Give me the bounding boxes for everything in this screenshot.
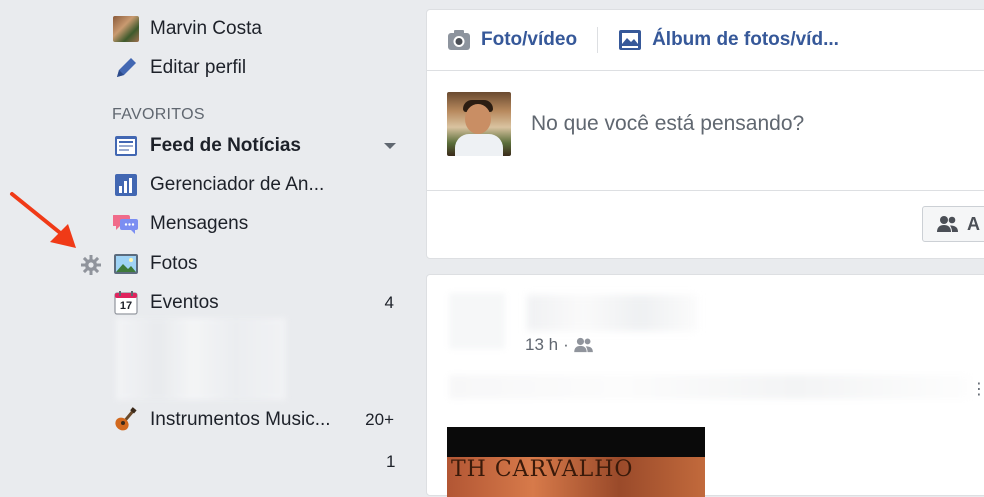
sidebar-item-messages[interactable]: Mensagens xyxy=(112,209,402,239)
edit-profile-label: Editar perfil xyxy=(150,57,247,78)
friends-audience-icon[interactable] xyxy=(573,337,594,353)
blurred-avatar xyxy=(449,293,505,349)
tab-label: Foto/vídeo xyxy=(481,29,578,50)
sidebar-item-label: Gerenciador de An... xyxy=(150,174,325,195)
photo-album-tab[interactable]: Álbum de fotos/víd... xyxy=(598,29,839,51)
post-composer: Foto/vídeo Álbum de fotos/víd... No que … xyxy=(426,9,984,259)
composer-tabs: Foto/vídeo Álbum de fotos/víd... xyxy=(427,10,984,71)
calendar-day: 17 xyxy=(119,300,133,312)
events-count: 4 xyxy=(384,293,394,312)
camera-icon xyxy=(447,29,471,51)
sidebar-item-label: Feed de Notícias xyxy=(150,135,301,156)
red-arrow-annotation xyxy=(10,192,76,248)
image-text: TH CARVALHO xyxy=(451,457,634,482)
profile-link[interactable]: Marvin Costa xyxy=(112,14,402,44)
photo-video-tab[interactable]: Foto/vídeo xyxy=(427,29,577,51)
messages-icon xyxy=(112,210,140,238)
sidebar-item-news-feed[interactable]: Feed de Notícias xyxy=(112,131,402,161)
avatar[interactable] xyxy=(447,92,511,156)
blurred-post-text xyxy=(449,375,969,399)
post-image[interactable]: TH CARVALHO xyxy=(447,427,705,497)
edit-profile-link[interactable]: Editar perfil xyxy=(112,53,402,83)
tab-label: Álbum de fotos/víd... xyxy=(652,29,839,50)
photo-album-icon xyxy=(618,29,642,51)
audience-label: A xyxy=(967,213,980,234)
feed-post: 13 h · ⋮ TH CARVALHO xyxy=(426,274,984,497)
sidebar-item-photos[interactable]: Fotos xyxy=(112,249,402,279)
blurred-items xyxy=(116,318,286,400)
sidebar-item-ads-manager[interactable]: Gerenciador de An... xyxy=(112,170,402,200)
sidebar-item-events[interactable]: 17 Eventos 4 xyxy=(112,288,402,318)
pencil-icon xyxy=(112,54,140,82)
guitar-icon xyxy=(112,406,140,434)
audience-button[interactable]: A xyxy=(922,206,984,242)
extra-count: 1 xyxy=(386,452,396,471)
sidebar-item-instruments[interactable]: Instrumentos Music... 20+ xyxy=(112,405,402,435)
sidebar-item-label: Fotos xyxy=(150,253,198,274)
post-time[interactable]: 13 h xyxy=(525,335,558,355)
composer-footer: A xyxy=(427,190,984,259)
meta-separator: · xyxy=(563,335,569,354)
chevron-down-icon[interactable] xyxy=(384,143,396,149)
profile-name: Marvin Costa xyxy=(150,18,262,39)
composer-body: No que você está pensando? xyxy=(447,92,804,156)
sidebar-item-label: Mensagens xyxy=(150,213,249,234)
profile-avatar xyxy=(112,15,140,43)
calendar-icon: 17 xyxy=(112,289,140,317)
left-sidebar: Marvin Costa Editar perfil FAVORITOS Fee… xyxy=(0,0,420,480)
sidebar-item-label: Eventos xyxy=(150,292,219,313)
instruments-count: 20+ xyxy=(365,410,394,429)
gear-icon[interactable] xyxy=(80,254,102,276)
status-input[interactable]: No que você está pensando? xyxy=(531,112,804,136)
blurred-author xyxy=(527,295,697,331)
sidebar-item-label: Instrumentos Music... xyxy=(150,409,331,430)
friends-icon xyxy=(937,215,959,233)
photos-icon xyxy=(112,250,140,278)
favorites-heading: FAVORITOS xyxy=(112,106,205,123)
bar-chart-icon xyxy=(112,171,140,199)
more-options-icon[interactable]: ⋮ xyxy=(971,379,984,399)
news-feed-icon xyxy=(112,132,140,160)
post-meta: 13 h · xyxy=(525,335,594,355)
